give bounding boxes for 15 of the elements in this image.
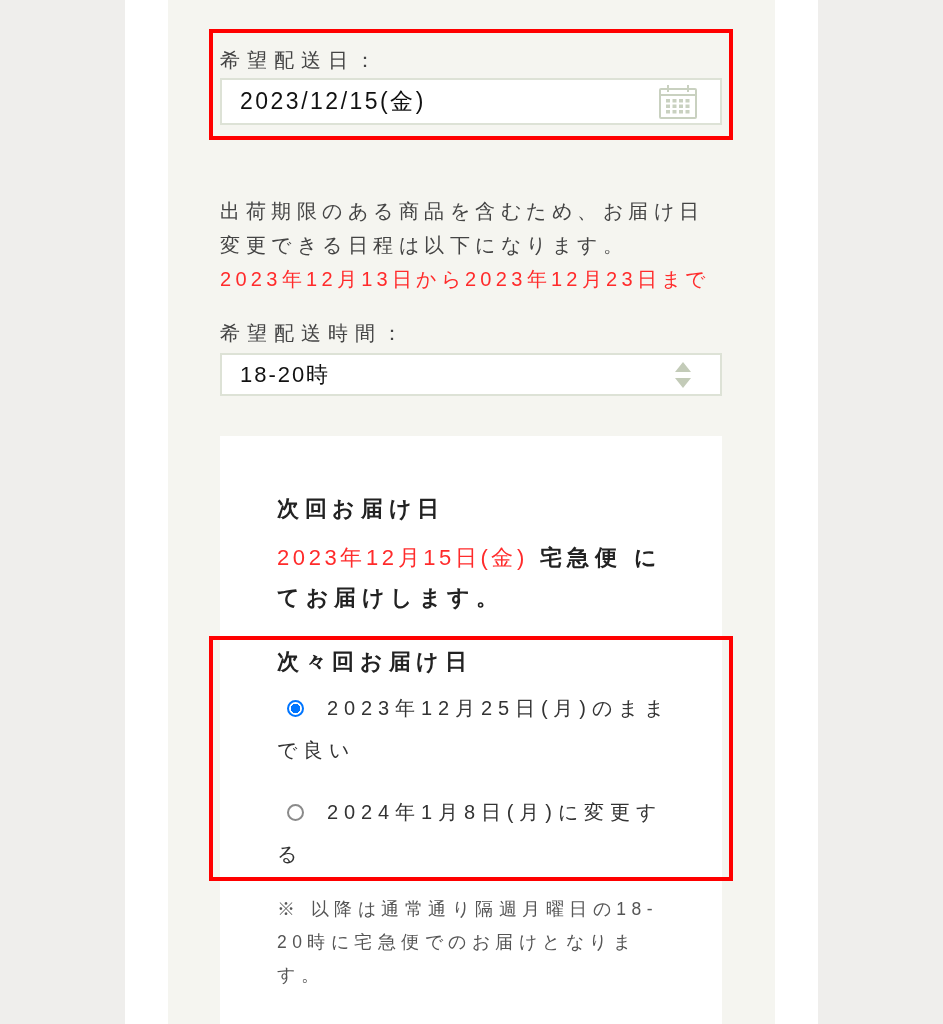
section-heading: 次回お届け日 — [277, 495, 447, 523]
time-select[interactable]: 18-20時 — [220, 353, 722, 396]
notice-text: 出荷期限のある商品を含むため、お届け日変更できる日程は以下になります。 — [220, 199, 706, 258]
select-arrows-icon — [674, 360, 692, 389]
field-label: 希望配送日： — [220, 49, 382, 71]
date-range-notice: 2023年12月13日から2023年12月23日まで — [220, 267, 711, 292]
section-heading: 次々回お届け日 — [277, 648, 474, 676]
date-field[interactable]: 2023/12/15(金) — [220, 78, 722, 125]
radio-button[interactable] — [287, 700, 304, 717]
delivery-message: 2023年12月15日(金) 宅急便 にてお届けします。 — [277, 544, 664, 612]
radio-option[interactable]: 2024年1月8日(月)に変更する — [277, 791, 675, 875]
field-label: 希望配送時間： — [220, 321, 409, 346]
radio-button[interactable] — [287, 804, 304, 821]
footnote-text: ※ 以降は通常通り隔週月曜日の18-20時に宅急便でのお届けとなります。 — [277, 898, 660, 987]
radio-option[interactable]: 2023年12月25日(月)のままで良い — [277, 687, 675, 771]
